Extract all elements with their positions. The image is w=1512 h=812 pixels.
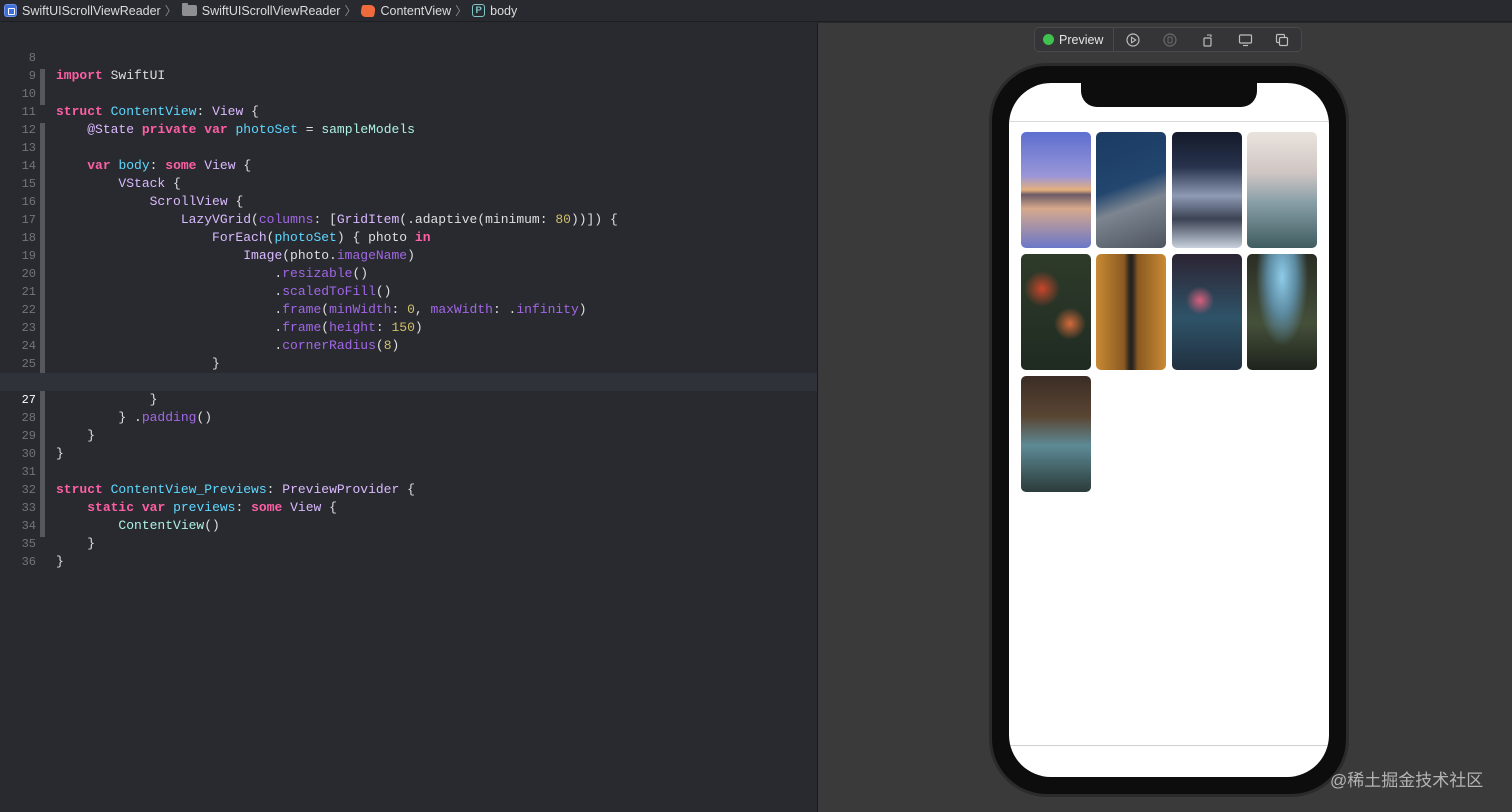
inspect-icon[interactable] <box>1152 28 1189 51</box>
blue-cliff-photo[interactable] <box>1096 132 1166 248</box>
code-line[interactable]: 28 } <box>0 391 817 443</box>
preview-canvas[interactable]: Preview <box>818 23 1512 812</box>
code-line[interactable]: 12 <box>0 103 817 137</box>
code-line[interactable]: 11 @State private var photoSet = sampleM… <box>0 85 817 137</box>
code-line[interactable]: 35 } <box>0 517 817 569</box>
code-line[interactable]: 13 var body: some View { <box>0 121 817 173</box>
device-settings-icon[interactable] <box>1226 28 1263 51</box>
chevron-right-icon: 〉 <box>344 4 357 18</box>
live-preview-icon[interactable] <box>1114 28 1151 51</box>
preview-toolbar: Preview <box>1034 27 1302 52</box>
code-line[interactable]: 15 ScrollView { <box>0 157 817 209</box>
night-lake-photo[interactable] <box>1172 254 1242 370</box>
autumn-forest-photo[interactable] <box>1021 254 1091 370</box>
bled-lake-photo[interactable] <box>1021 132 1091 248</box>
duplicate-preview-icon[interactable] <box>1264 28 1301 51</box>
code-line[interactable]: 36 <box>0 535 817 569</box>
waterfall-cave-photo[interactable] <box>1247 254 1317 370</box>
breadcrumb-item-project[interactable]: SwiftUIScrollViewReader <box>4 0 161 22</box>
code-line[interactable]: 31 struct ContentView_Previews: PreviewP… <box>0 445 817 497</box>
code-line[interactable]: 25 } <box>0 337 817 389</box>
preview-button[interactable]: Preview <box>1035 28 1115 51</box>
code-line[interactable]: 21 .frame(minWidth: 0, maxWidth: .infini… <box>0 265 817 317</box>
code-line[interactable]: 30 <box>0 427 817 461</box>
rotate-device-icon[interactable] <box>1189 28 1226 51</box>
status-bar-divider <box>1009 121 1329 122</box>
code-line[interactable]: 9 <box>0 49 817 83</box>
iphone-device-frame <box>989 63 1349 797</box>
breadcrumb-label: body <box>490 3 518 18</box>
code-line[interactable]: 10 struct ContentView: View { <box>0 67 817 119</box>
misty-mountains-photo[interactable] <box>1247 132 1317 248</box>
app-project-icon <box>4 4 17 17</box>
code-editor[interactable]: 8 import SwiftUI 9 10 struct ContentView… <box>0 23 817 812</box>
code-line[interactable]: 23 .cornerRadius(8) <box>0 301 817 353</box>
property-icon: P <box>472 4 486 17</box>
code-line[interactable]: 8 import SwiftUI <box>0 31 817 83</box>
code-line[interactable]: 24 } <box>0 319 817 371</box>
breadcrumb-item-symbol[interactable]: P body <box>472 0 517 22</box>
code-line[interactable]: 22 .frame(height: 150) <box>0 283 817 335</box>
code-line[interactable]: 34 } <box>0 499 817 551</box>
code-line[interactable]: 29 } <box>0 409 817 461</box>
breadcrumb: SwiftUIScrollViewReader 〉 SwiftUIScrollV… <box>0 0 1512 22</box>
chevron-right-icon: 〉 <box>455 4 468 18</box>
home-indicator-divider <box>1009 745 1329 746</box>
code-line[interactable]: 20 .scaledToFill() <box>0 247 817 299</box>
duplicate-icon <box>1276 33 1289 46</box>
chevron-right-icon: 〉 <box>164 4 177 18</box>
code-line[interactable]: 19 .resizable() <box>0 229 817 281</box>
code-line-current[interactable]: 27 } .padding() <box>0 373 817 425</box>
snowy-village-photo[interactable] <box>1172 132 1242 248</box>
play-circle-icon <box>1126 32 1140 47</box>
rotate-icon <box>1203 33 1212 47</box>
code-line[interactable]: 14 VStack { <box>0 139 817 191</box>
code-line[interactable]: 26 } <box>0 355 817 407</box>
inspect-circle-icon <box>1163 32 1178 47</box>
watermark: @稀土掘金技术社区 <box>1330 771 1484 790</box>
device-notch <box>1081 83 1257 107</box>
display-icon <box>1238 33 1252 46</box>
code-text: } <box>56 554 64 569</box>
breadcrumb-label: ContentView <box>380 3 452 18</box>
folder-icon <box>181 3 197 16</box>
breadcrumb-label: SwiftUIScrollViewReader <box>201 3 341 18</box>
code-line[interactable]: 32 static var previews: some View { <box>0 463 817 515</box>
line-number: 36 <box>21 555 36 569</box>
forest-road-photo[interactable] <box>1096 254 1166 370</box>
code-line[interactable]: 16 LazyVGrid(columns: [GridItem(.adaptiv… <box>0 175 817 227</box>
code-line[interactable]: 17 ForEach(photoSet) { photo in <box>0 193 817 245</box>
code-line[interactable]: 33 ContentView() <box>0 481 817 533</box>
status-dot-icon <box>1043 34 1054 45</box>
preview-label: Preview <box>1059 32 1104 47</box>
breadcrumb-item-file[interactable]: ContentView <box>360 0 452 22</box>
device-screen[interactable] <box>1009 83 1329 777</box>
swift-file-icon <box>360 4 377 17</box>
breadcrumb-item-folder[interactable]: SwiftUIScrollViewReader <box>181 0 341 22</box>
river-canyon-photo[interactable] <box>1021 376 1091 492</box>
breadcrumb-label: SwiftUIScrollViewReader <box>22 3 161 18</box>
code-line[interactable]: 18 Image(photo.imageName) <box>0 211 817 263</box>
